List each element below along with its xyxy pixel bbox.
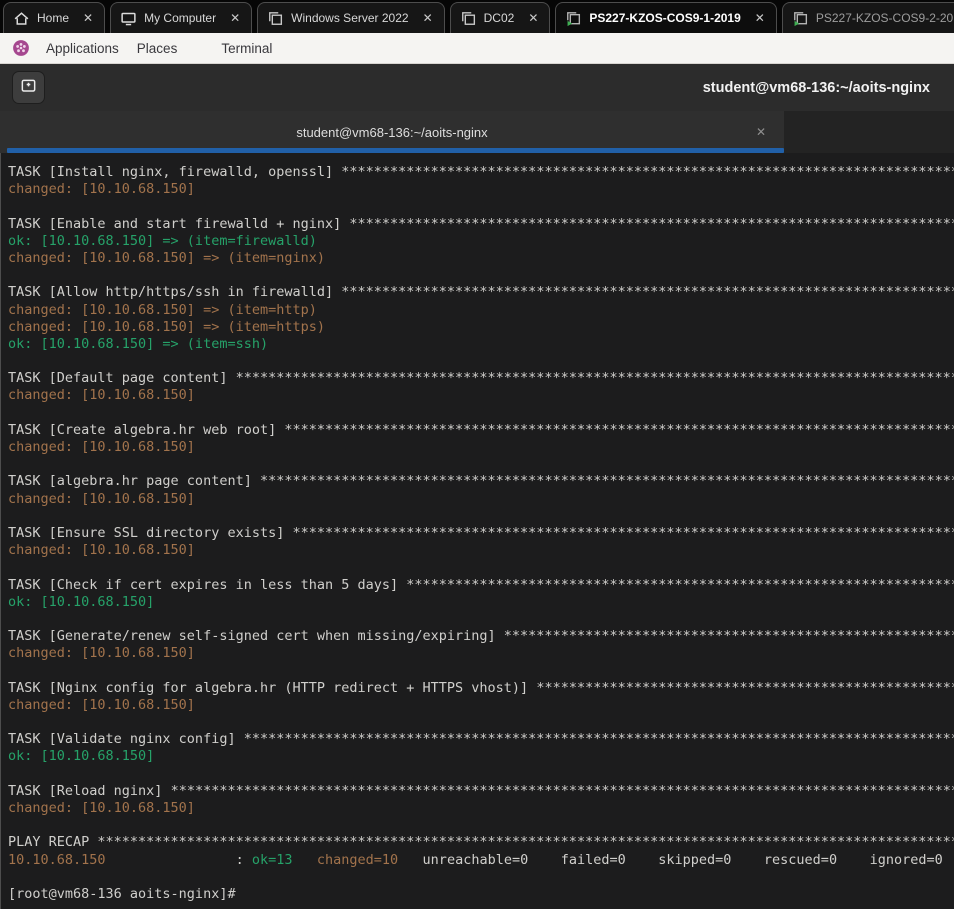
terminal-line: changed: [10.10.68.150] (8, 387, 954, 404)
terminal-line: TASK [Install nginx, firewalld, openssl]… (8, 164, 954, 181)
session-tab-ps227-kzos-cos9-2[interactable]: PS227-KZOS-COS9-2-2019✕ (782, 2, 954, 33)
terminal-line: TASK [algebra.hr page content] *********… (8, 473, 954, 490)
terminal-line: TASK [Default page content] ************… (8, 370, 954, 387)
terminal-line: changed: [10.10.68.150] (8, 439, 954, 456)
terminal-line (8, 817, 954, 834)
desktop-menubar: ApplicationsPlaces Terminal (0, 33, 954, 64)
session-tab-label: Windows Server 2022 (291, 11, 408, 25)
terminal-line (8, 267, 954, 284)
menu-places[interactable]: Places (128, 41, 187, 56)
terminal-line: TASK [Enable and start firewalld + nginx… (8, 216, 954, 233)
terminal-line: PLAY RECAP *****************************… (8, 834, 954, 851)
tab-close-icon[interactable]: ✕ (753, 10, 767, 26)
distro-logo-icon (12, 39, 30, 57)
terminal-line: changed: [10.10.68.150] (8, 181, 954, 198)
new-tab-button[interactable] (12, 71, 45, 104)
screen: Home✕My Computer✕Windows Server 2022✕DC0… (0, 0, 954, 909)
terminal-line: changed: [10.10.68.150] => (item=http) (8, 302, 954, 319)
terminal-line: TASK [Nginx config for algebra.hr (HTTP … (8, 680, 954, 697)
terminal-line: TASK [Check if cert expires in less than… (8, 577, 954, 594)
session-tab-label: DC02 (484, 11, 515, 25)
terminal-line: TASK [Generate/renew self-signed cert wh… (8, 628, 954, 645)
session-tab-label: My Computer (144, 11, 216, 25)
session-tab-windows-server-2022[interactable]: Windows Server 2022 ✕ (257, 2, 444, 33)
session-tab-home[interactable]: Home ✕ (3, 2, 105, 33)
terminal-line: changed: [10.10.68.150] (8, 697, 954, 714)
terminal-line (8, 662, 954, 679)
terminal-line: ok: [10.10.68.150] => (item=ssh) (8, 336, 954, 353)
menu-terminal[interactable]: Terminal (212, 41, 281, 56)
window-icon (267, 10, 284, 27)
terminal-tabbar: student@vm68-136:~/aoits-nginx ✕ (0, 111, 954, 153)
session-tab-label: Home (37, 11, 69, 25)
terminal-line: changed: [10.10.68.150] => (item=nginx) (8, 250, 954, 267)
terminal-line: TASK [Ensure SSL directory exists] *****… (8, 525, 954, 542)
terminal-output[interactable]: TASK [Install nginx, firewalld, openssl]… (0, 153, 954, 909)
window-icon (460, 10, 477, 27)
terminal-tab[interactable]: student@vm68-136:~/aoits-nginx ✕ (0, 111, 784, 153)
terminal-headerbar: student@vm68-136:~/aoits-nginx (0, 64, 954, 111)
session-tab-my-computer[interactable]: My Computer ✕ (110, 2, 252, 33)
active-tab-underline (7, 148, 784, 153)
terminal-line: [root@vm68-136 aoits-nginx]# (8, 886, 954, 903)
terminal-line: changed: [10.10.68.150] (8, 800, 954, 817)
terminal-line (8, 508, 954, 525)
session-tab-label: PS227-KZOS-COS9-2-2019 (816, 11, 954, 25)
terminal-tab-close-icon[interactable]: ✕ (754, 123, 768, 141)
terminal-line: changed: [10.10.68.150] (8, 645, 954, 662)
menu-applications[interactable]: Applications (37, 41, 128, 56)
terminal-line (8, 714, 954, 731)
terminal-line: TASK [Validate nginx config] ***********… (8, 731, 954, 748)
terminal-line (8, 766, 954, 783)
computer-icon (120, 10, 137, 27)
terminal-line (8, 869, 954, 886)
terminal-line: ok: [10.10.68.150] => (item=firewalld) (8, 233, 954, 250)
terminal-line: TASK [Allow http/https/ssh in firewalld]… (8, 284, 954, 301)
terminal-line (8, 405, 954, 422)
tab-close-icon[interactable]: ✕ (526, 10, 540, 26)
session-running-icon (565, 10, 582, 27)
window-title: student@vm68-136:~/aoits-nginx (703, 80, 930, 96)
tab-close-icon[interactable]: ✕ (421, 10, 435, 26)
new-tab-icon (20, 77, 37, 99)
tab-close-icon[interactable]: ✕ (228, 10, 242, 26)
remote-session-tabbar: Home✕My Computer✕Windows Server 2022✕DC0… (0, 0, 954, 33)
session-tab-ps227-kzos-cos9-1[interactable]: PS227-KZOS-COS9-1-2019 ✕ (555, 2, 776, 33)
session-tab-dc02[interactable]: DC02 ✕ (450, 2, 551, 33)
terminal-line (8, 198, 954, 215)
session-tab-label: PS227-KZOS-COS9-1-2019 (589, 11, 740, 25)
terminal-line: ok: [10.10.68.150] (8, 594, 954, 611)
terminal-line: changed: [10.10.68.150] => (item=https) (8, 319, 954, 336)
terminal-line (8, 559, 954, 576)
terminal-line (8, 456, 954, 473)
terminal-line: changed: [10.10.68.150] (8, 542, 954, 559)
terminal-line (8, 611, 954, 628)
terminal-line (8, 353, 954, 370)
terminal-tab-label: student@vm68-136:~/aoits-nginx (296, 125, 487, 140)
terminal-line: TASK [Reload nginx] ********************… (8, 783, 954, 800)
home-icon (13, 10, 30, 27)
terminal-line: changed: [10.10.68.150] (8, 491, 954, 508)
session-running-icon (792, 10, 809, 27)
terminal-line: ok: [10.10.68.150] (8, 748, 954, 765)
tab-close-icon[interactable]: ✕ (81, 10, 95, 26)
terminal-line: TASK [Create algebra.hr web root] ******… (8, 422, 954, 439)
terminal-line: 10.10.68.150 : ok=13 changed=10 unreacha… (8, 852, 954, 869)
